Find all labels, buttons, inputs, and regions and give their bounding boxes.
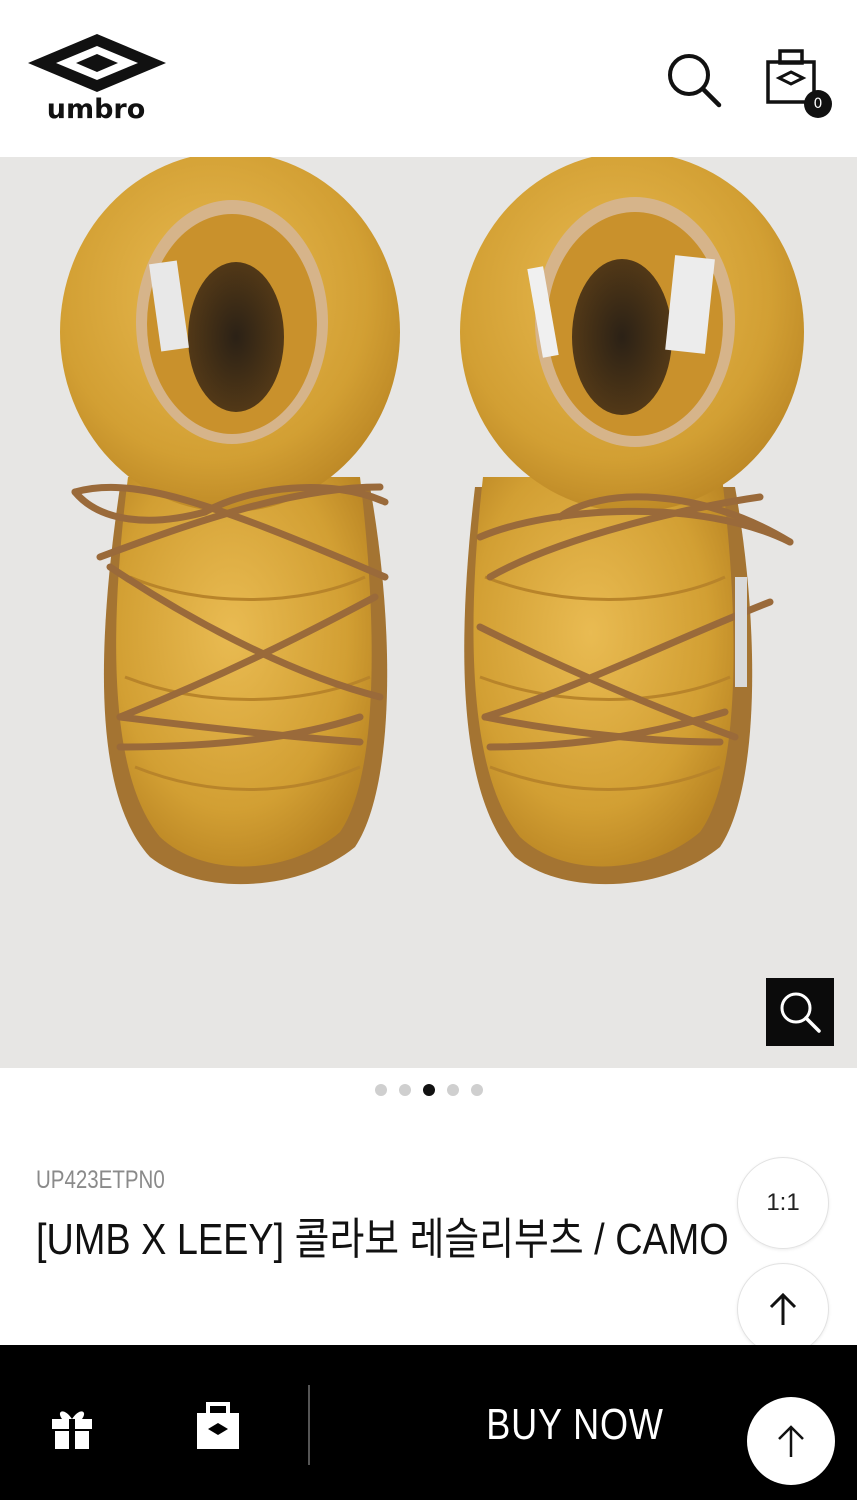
add-to-cart-button[interactable] [194,1401,242,1451]
buy-now-button[interactable]: BUY NOW [464,1395,685,1455]
right-boot [460,157,804,885]
carousel-indicator [0,1080,857,1100]
zoom-icon [780,992,821,1033]
cart-count-badge: 0 [804,90,832,118]
umbro-logo[interactable]: umbro [26,32,168,128]
carousel-dot[interactable] [374,1084,387,1096]
bag-icon [197,1402,239,1449]
product-title: [UMB X LEEY] 콜라보 레슬리부츠 / CAMO [36,1215,729,1264]
scroll-top-button-bar[interactable] [747,1397,835,1485]
bar-divider [308,1385,310,1465]
product-sku: UP423ETPN0 [36,1166,165,1194]
inquiry-button[interactable]: 1:1 [737,1157,829,1249]
arrow-up-icon [769,1292,797,1325]
search-button[interactable] [664,50,724,110]
left-boot [60,157,400,885]
product-image[interactable] [0,157,857,1068]
carousel-dot[interactable] [446,1084,459,1096]
search-icon [668,54,722,108]
brand-wordmark: umbro [46,94,146,125]
cart-button[interactable]: 0 [763,46,835,118]
inquiry-label: 1:1 [766,1189,800,1216]
bottom-action-bar: BUY NOW [0,1345,857,1500]
gift-button[interactable] [48,1403,96,1451]
carousel-dot-active[interactable] [422,1084,435,1096]
scroll-top-button[interactable] [737,1263,829,1355]
site-header: umbro 0 [0,0,857,157]
umbro-diamond-icon [28,34,166,92]
gift-icon [52,1411,92,1449]
boots-photo [60,157,804,885]
arrow-up-icon [778,1425,804,1457]
carousel-dot[interactable] [398,1084,411,1096]
zoom-button[interactable] [766,978,834,1046]
carousel-dot[interactable] [470,1084,483,1096]
